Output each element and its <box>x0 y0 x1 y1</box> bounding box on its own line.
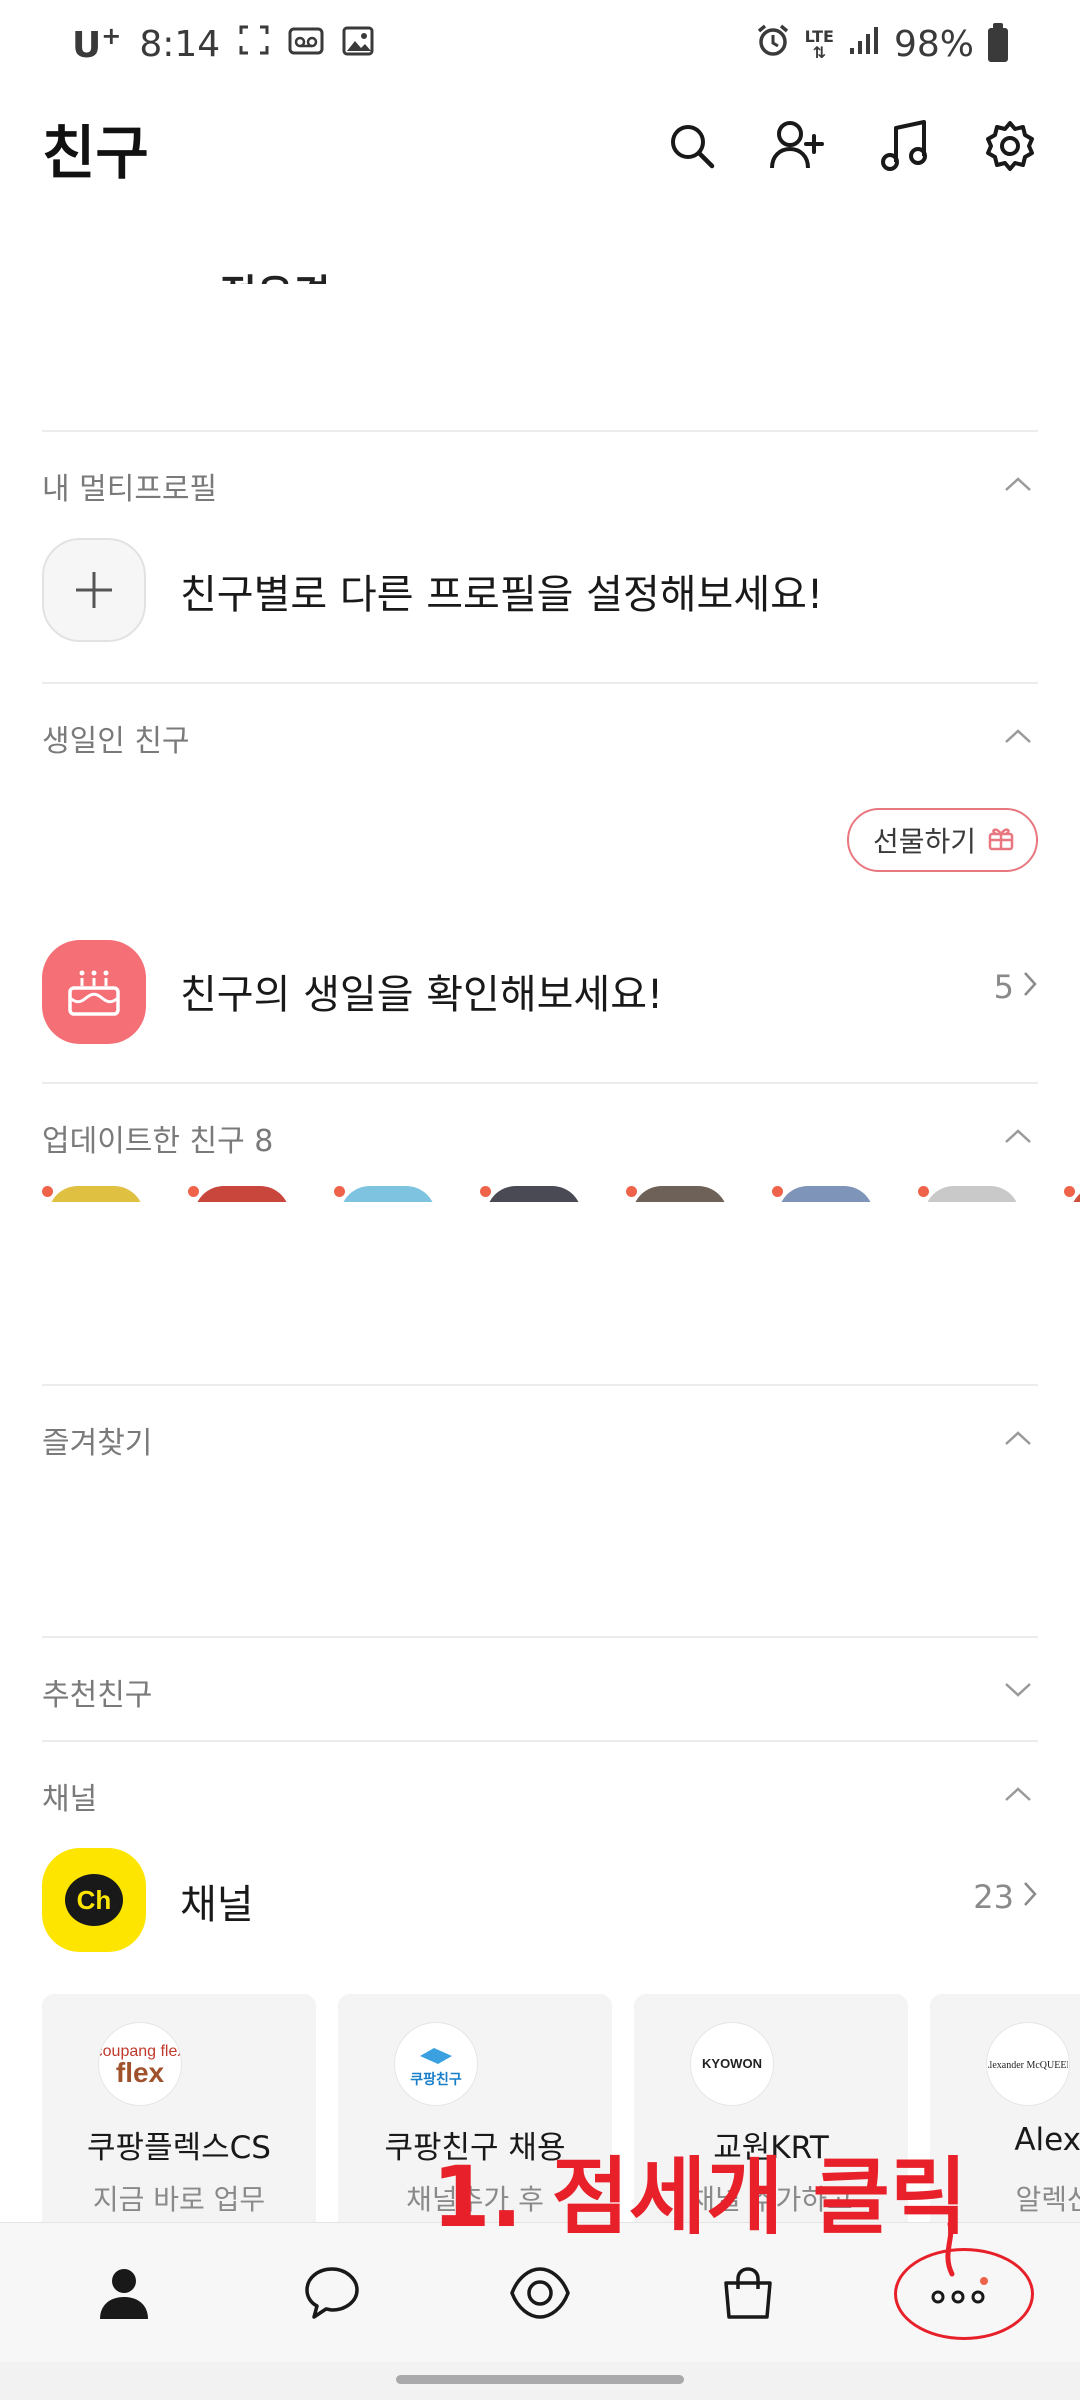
updated-friends-section-title: 업데이트한 친구 8 <box>42 1124 274 1159</box>
channel-icon[interactable]: Ch <box>42 1848 146 1952</box>
friend-avatar[interactable] <box>194 1186 290 1202</box>
updated-friends-avatar-row[interactable] <box>0 1186 1080 1202</box>
new-update-dot <box>480 1186 491 1197</box>
coupang-friend-logo: 쿠팡친구 <box>394 2022 478 2106</box>
status-left: U+ 8:14 <box>72 22 374 66</box>
divider <box>42 1384 1038 1386</box>
channel-section-title: 채널 <box>42 1782 98 1817</box>
chevron-right-icon <box>1022 968 1038 1006</box>
my-profile-name[interactable]: 정유경 <box>220 258 420 284</box>
channel-count: 23 <box>973 1878 1014 1916</box>
divider <box>42 430 1038 432</box>
svg-text:KYOWON: KYOWON <box>702 2056 762 2071</box>
birthday-cake-icon[interactable] <box>42 940 146 1044</box>
page-title: 친구 <box>42 119 149 187</box>
shopping-tab-bag-icon[interactable] <box>708 2253 788 2333</box>
chevron-up-icon[interactable] <box>1000 1118 1036 1154</box>
new-update-dot <box>626 1186 637 1197</box>
status-bar: U+ 8:14 LTE ⇅ 98% <box>0 0 1080 92</box>
voicemail-icon <box>288 24 324 65</box>
status-right: LTE ⇅ 98% <box>755 22 1008 67</box>
svg-text:쿠팡친구: 쿠팡친구 <box>410 2071 462 2088</box>
friend-avatar[interactable] <box>486 1186 582 1202</box>
channel-card-desc: 지금 바로 업무 <box>92 2183 266 2216</box>
chevron-down-icon[interactable] <box>1000 1672 1036 1708</box>
chevron-up-icon[interactable] <box>1000 1776 1036 1812</box>
coupang-flex-logo: coupang flexflex <box>98 2022 182 2106</box>
new-update-dot <box>334 1186 345 1197</box>
header-actions <box>658 112 1044 180</box>
screenshot-icon <box>238 24 270 65</box>
friend-avatar[interactable] <box>340 1186 436 1202</box>
new-update-dot <box>918 1186 929 1197</box>
divider <box>42 682 1038 684</box>
gift-button[interactable]: 선물하기 <box>846 808 1038 872</box>
channel-count-link[interactable]: 23 <box>973 1878 1038 1916</box>
annotation-instruction: 1. 점세개 클릭 <box>432 2148 968 2246</box>
status-time: 8:14 <box>139 23 221 65</box>
new-update-dot <box>42 1186 53 1197</box>
gesture-handle[interactable] <box>396 2375 684 2384</box>
signal-icon <box>848 24 880 65</box>
new-update-dot <box>188 1186 199 1197</box>
annotation-stroke <box>945 2221 955 2277</box>
new-update-dot <box>772 1186 783 1197</box>
friend-avatar[interactable] <box>924 1186 1020 1202</box>
battery-icon <box>988 22 1008 62</box>
alarm-icon <box>755 22 791 67</box>
birthday-text[interactable]: 친구의 생일을 확인해보세요! <box>180 962 663 1020</box>
birthday-count: 5 <box>993 968 1014 1006</box>
carrier-label: U+ <box>72 22 122 66</box>
settings-gear-icon[interactable] <box>976 112 1044 180</box>
divider <box>42 1740 1038 1742</box>
gift-icon <box>986 822 1016 859</box>
friend-avatar[interactable] <box>632 1186 728 1202</box>
battery-percent: 98% <box>893 24 974 65</box>
chat-tab-bubble-icon[interactable] <box>292 2253 372 2333</box>
svg-text:flex: flex <box>116 2057 165 2088</box>
multi-profile-cta[interactable]: 친구별로 다른 프로필을 설정해보세요! <box>180 562 823 620</box>
svg-text:Alexander McQUEEN: Alexander McQUEEN <box>988 2060 1068 2071</box>
multi-profile-section-title: 내 멀티프로필 <box>42 472 218 507</box>
view-tab-eye-icon[interactable] <box>500 2253 580 2333</box>
alexander-mcqueen-logo: Alexander McQUEEN <box>986 2022 1070 2106</box>
divider <box>42 1636 1038 1638</box>
music-icon[interactable] <box>870 112 938 180</box>
channel-row-label[interactable]: 채널 <box>180 1872 254 1930</box>
gallery-icon <box>342 24 374 65</box>
birthday-section-title: 생일인 친구 <box>42 724 190 759</box>
channel-card[interactable]: coupang flexflex 쿠팡플렉스CS 지금 바로 업무 <box>42 1994 316 2224</box>
add-friend-icon[interactable] <box>764 112 832 180</box>
friends-tab-person-icon[interactable] <box>84 2253 164 2333</box>
plus-icon <box>76 572 112 608</box>
recommended-section-title: 추천친구 <box>42 1678 153 1713</box>
search-icon[interactable] <box>658 112 726 180</box>
chevron-up-icon[interactable] <box>1000 718 1036 754</box>
favorites-section-title: 즐겨찾기 <box>42 1426 153 1461</box>
channel-card-name: 쿠팡플렉스CS <box>87 2130 271 2166</box>
kyowon-logo: KYOWON <box>690 2022 774 2106</box>
channel-ch-badge: Ch <box>65 1874 123 1926</box>
friend-avatar[interactable] <box>48 1186 144 1202</box>
add-multi-profile-button[interactable] <box>42 538 146 642</box>
new-update-dot <box>1064 1186 1075 1197</box>
chevron-up-icon[interactable] <box>1000 1420 1036 1456</box>
gift-button-label: 선물하기 <box>872 825 976 858</box>
lte-indicator: LTE ⇅ <box>804 26 834 62</box>
friend-avatar[interactable] <box>778 1186 874 1202</box>
chevron-up-icon[interactable] <box>1000 466 1036 502</box>
chevron-right-icon <box>1022 1878 1038 1916</box>
app-header: 친구 <box>0 92 1080 202</box>
birthday-count-link[interactable]: 5 <box>994 968 1038 1006</box>
divider <box>42 1082 1038 1084</box>
